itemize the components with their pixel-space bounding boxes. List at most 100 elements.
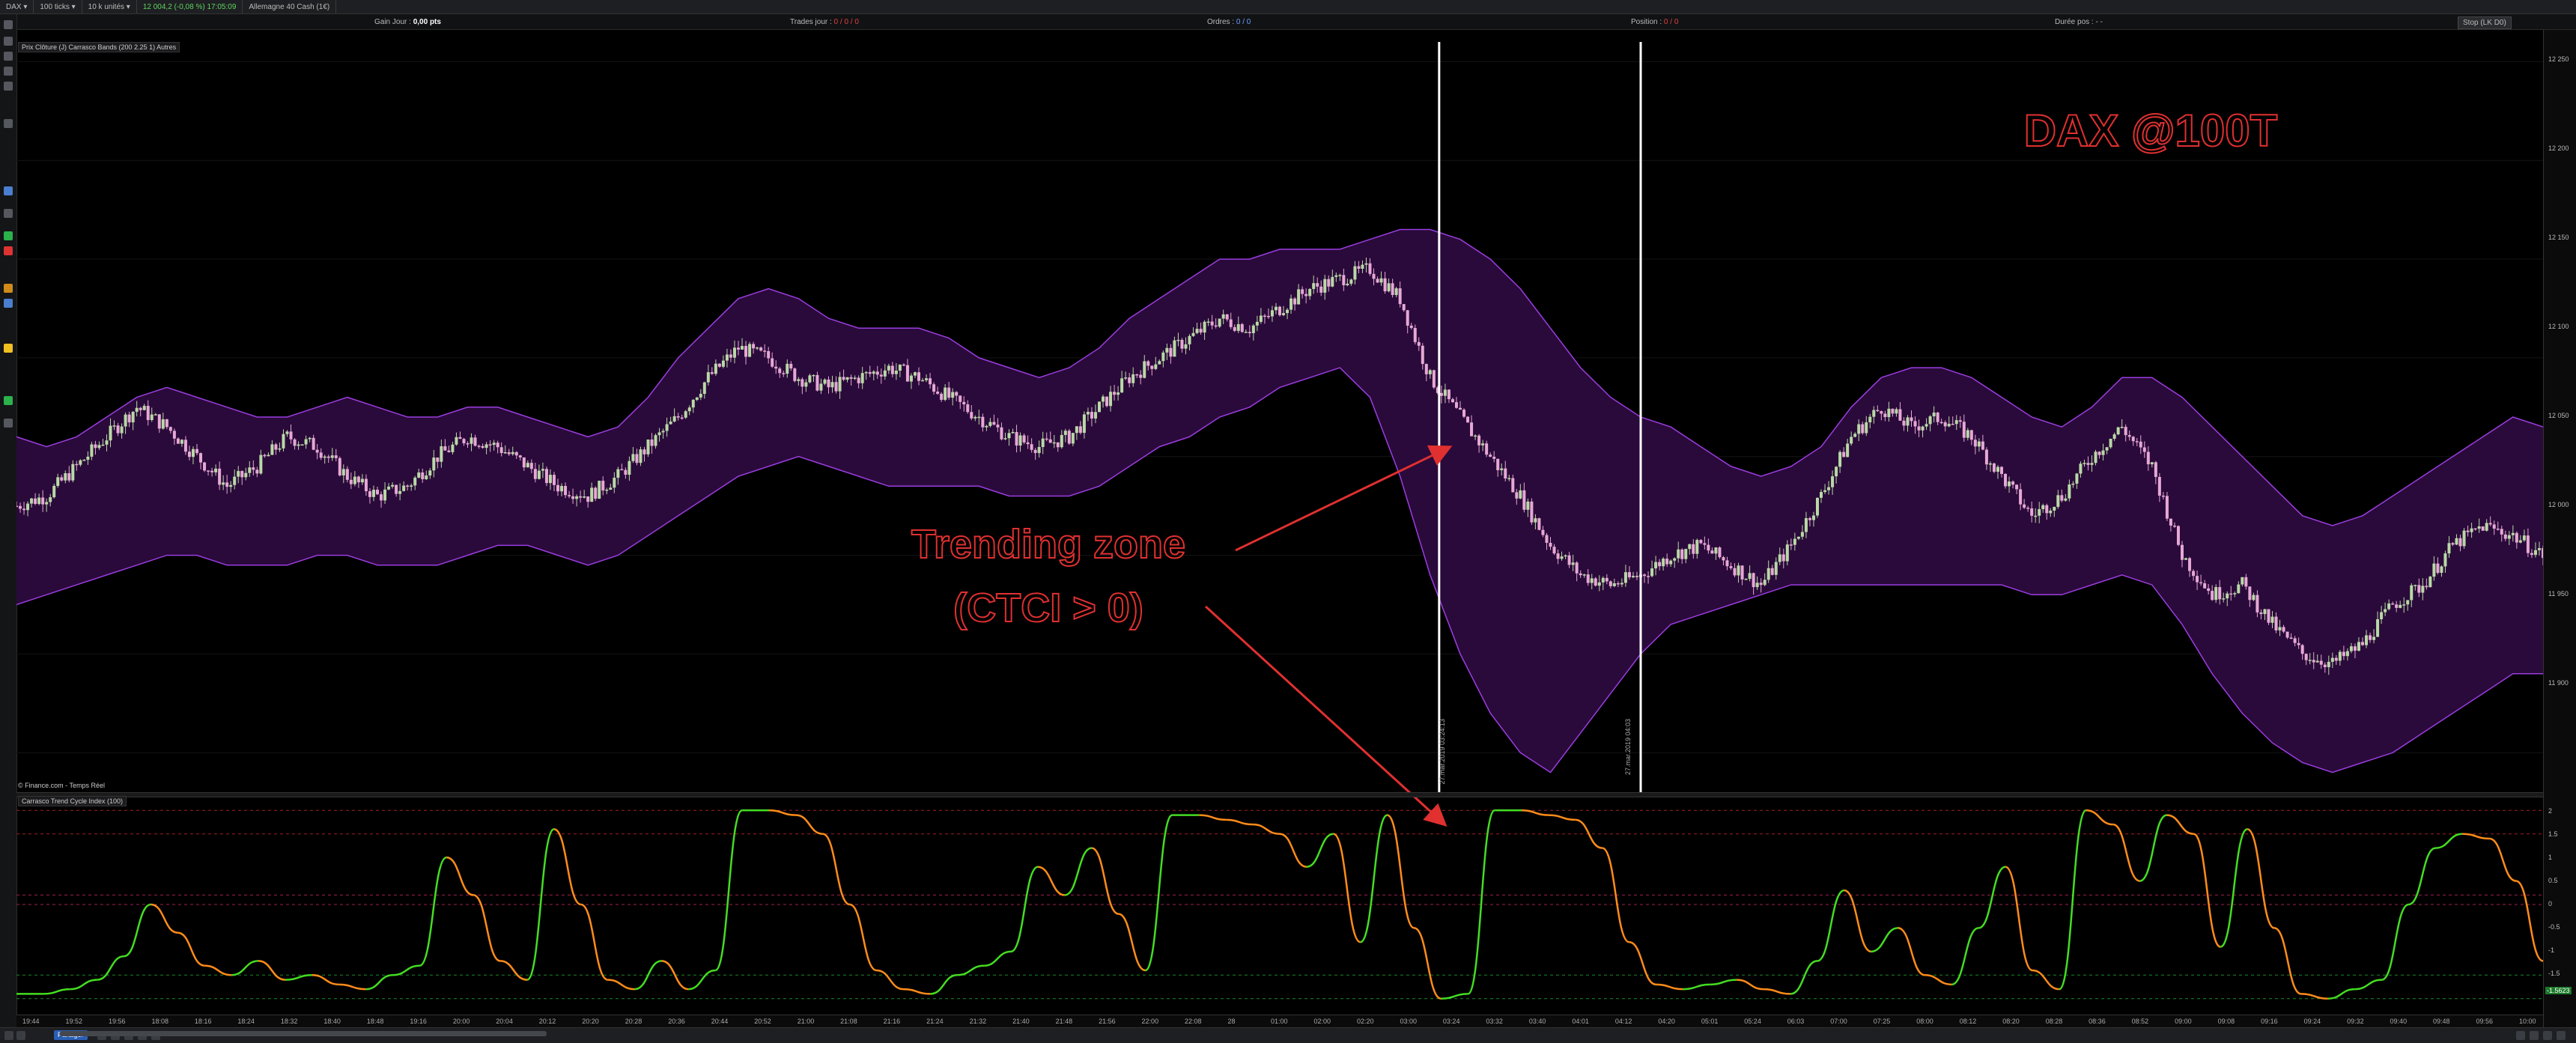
candle-body [1135, 374, 1139, 376]
time-axis[interactable]: 19:44 19:52 19:56 18:08 18:16 18:24 18:32 18:40… [16, 1015, 2543, 1027]
symbol-selector[interactable]: DAX ▾ [0, 0, 34, 13]
candle-body [2196, 576, 2199, 583]
candle-body [902, 364, 905, 366]
indicator-icon[interactable] [4, 396, 13, 405]
ctci-segment [2220, 828, 2248, 948]
candle-body [440, 446, 443, 462]
candle-body [1413, 327, 1417, 342]
candle-body [827, 379, 830, 388]
candle-body [2315, 660, 2319, 663]
price-axis[interactable]: 12 250 12 200 12 150 12 100 12 050 12 00… [2543, 30, 2576, 1030]
candle-body [1439, 392, 1443, 396]
candle-body [947, 387, 951, 398]
candle-body [2282, 627, 2285, 632]
settings-icon[interactable] [2557, 1031, 2566, 1040]
candle-body [654, 435, 657, 446]
candle-body [1041, 438, 1045, 448]
fit-icon[interactable] [2543, 1031, 2552, 1040]
time-tick: 04:20 [1658, 1018, 1675, 1025]
candle-body [940, 393, 944, 401]
stop-selector[interactable]: Stop (LK D0) [2458, 16, 2512, 29]
period-selector[interactable]: 100 ticks ▾ [34, 0, 82, 13]
zoom-out-icon[interactable] [2530, 1031, 2539, 1040]
ctci-segment [1333, 833, 1361, 943]
channel-tool-icon[interactable] [4, 299, 13, 308]
candle-body [1015, 432, 1018, 446]
candle-body [1883, 413, 1887, 418]
pane-separator[interactable] [16, 792, 2543, 797]
candle-body [376, 490, 379, 495]
ctci-segment [1790, 960, 1818, 995]
candle-body [124, 414, 127, 427]
candle-body [2488, 523, 2492, 525]
candle-body [2218, 587, 2222, 600]
candle-body [1590, 578, 1594, 583]
hand-tool-icon[interactable] [4, 67, 13, 76]
time-tick: 04:01 [1572, 1018, 1589, 1025]
settings-icon[interactable] [4, 419, 13, 428]
indicator-grid [16, 809, 2543, 1000]
text-tool-icon[interactable] [4, 119, 13, 128]
candle-body [225, 482, 229, 487]
ctci-segment [1764, 988, 1790, 995]
sell-marker-icon[interactable] [4, 246, 13, 255]
cursor-tool-icon[interactable] [4, 20, 13, 29]
time-tick: 20:12 [538, 1018, 556, 1025]
units-selector[interactable]: 10 k unités ▾ [82, 0, 137, 13]
candle-body [368, 491, 371, 497]
candle-body [319, 452, 323, 458]
candle-body [1654, 562, 1658, 569]
candle-body [2056, 495, 2060, 507]
ctci-segment [151, 903, 178, 934]
candle-body [1793, 538, 1796, 545]
chart-area[interactable]: DAX @100T Trending zone (CTCI > 0) [16, 30, 2543, 1015]
candle-body [1567, 555, 1571, 565]
line-tool-icon[interactable] [4, 37, 13, 46]
candle-body [432, 457, 436, 471]
candle-body [191, 448, 195, 457]
candle-body [1150, 365, 1154, 369]
candle-body [492, 443, 496, 446]
zoom-tool-icon[interactable] [4, 52, 13, 61]
indicator-legend[interactable]: Carrasco Trend Cycle Index (100) [18, 796, 127, 806]
candle-body [2176, 526, 2180, 545]
layout-icon[interactable] [4, 1031, 13, 1040]
candle-body [1266, 315, 1270, 317]
ctci-segment [1279, 833, 1307, 868]
fibonacci-tool-icon[interactable] [4, 209, 13, 218]
candle-body [925, 378, 929, 380]
candle-body [2267, 609, 2270, 623]
candle-body [16, 505, 18, 508]
candle-body [1861, 424, 1865, 434]
ruler-tool-icon[interactable] [4, 186, 13, 195]
candle-body [2026, 508, 2030, 509]
buy-marker-icon[interactable] [4, 231, 13, 240]
time-tick: 19:52 [65, 1018, 82, 1025]
candle-body [263, 454, 267, 457]
candle-body [1474, 435, 1477, 437]
candle-body [1981, 441, 1984, 450]
screenshot-icon[interactable] [16, 1031, 25, 1040]
ctci-segment [1737, 979, 1764, 991]
candle-body [458, 437, 462, 440]
ctci-segment [1037, 866, 1066, 896]
candle-body [830, 382, 834, 388]
candle-body [590, 487, 594, 502]
alert-icon[interactable] [4, 344, 13, 353]
pencil-tool-icon[interactable] [4, 82, 13, 91]
rectangle-tool-icon[interactable] [4, 284, 13, 293]
candle-body [944, 387, 947, 401]
time-tick: 20:04 [496, 1018, 513, 1025]
candle-body [1752, 573, 1755, 588]
horizontal-scrollbar[interactable] [60, 1031, 547, 1036]
zoom-in-icon[interactable] [2516, 1031, 2525, 1040]
ctci-condition-annotation: (CTCI > 0) [953, 586, 1143, 630]
candle-body [1560, 556, 1564, 559]
ctci-segment [1441, 993, 1468, 1000]
candle-body [609, 487, 613, 490]
candle-body [702, 382, 706, 394]
candle-body [741, 346, 744, 350]
candle-body [2097, 451, 2101, 455]
candle-body [2428, 577, 2432, 588]
candle-body [845, 377, 849, 380]
